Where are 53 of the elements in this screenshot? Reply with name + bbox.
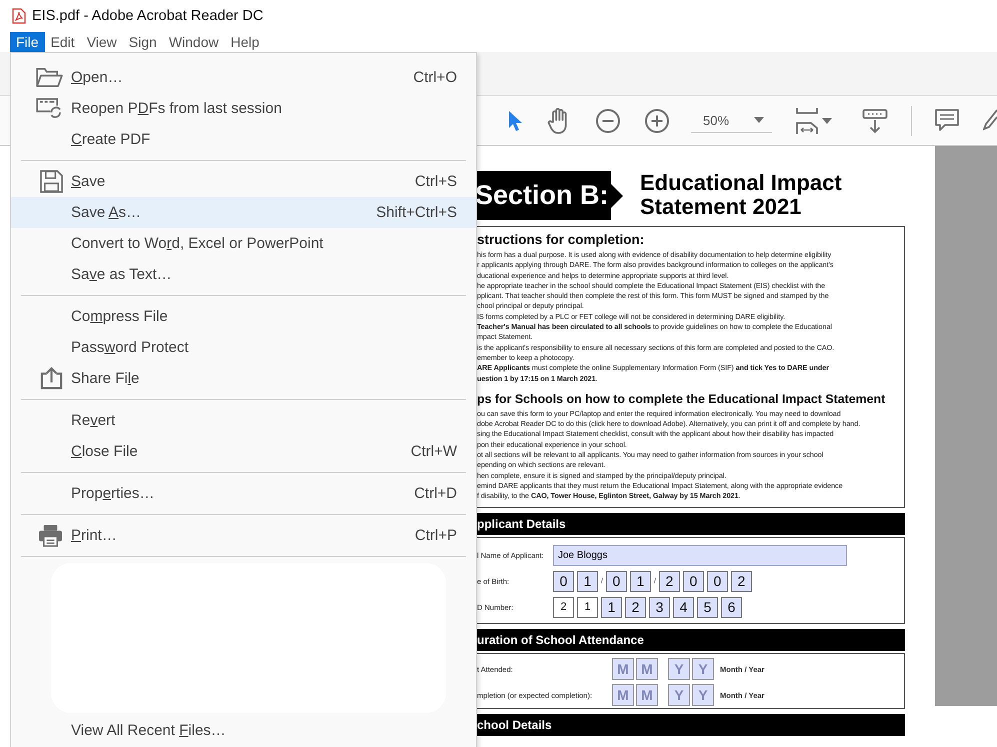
digit-input-field[interactable]: 2 (658, 570, 680, 592)
section-header-bar: pplicant Details (477, 513, 905, 535)
menu-item[interactable]: Compress File (11, 301, 476, 332)
digit-input-field[interactable]: 2 (625, 596, 646, 618)
menu-bar-item[interactable]: View (80, 32, 123, 52)
digit-input-field[interactable]: 1 (601, 596, 622, 618)
menu-item[interactable]: Share File (11, 363, 476, 394)
menu-item[interactable]: Password Protect (11, 332, 476, 363)
menu-bar-item[interactable]: Sign (122, 32, 163, 52)
date-input-field[interactable]: Y (692, 658, 714, 680)
menu-bar-item[interactable]: Help (224, 32, 266, 52)
menu-item[interactable]: Properties… Ctrl+D (11, 478, 476, 509)
digit-input-field[interactable]: 3 (649, 596, 670, 618)
date-input-field[interactable]: M (636, 658, 658, 680)
document-title: Educational Impact (640, 171, 842, 195)
digit-input-field[interactable]: 0 (606, 570, 627, 592)
digit-input-field[interactable]: 6 (721, 596, 742, 618)
window-title: EIS.pdf - Adobe Acrobat Reader DC (32, 8, 264, 24)
section-header-bar: uration of School Attendance (477, 629, 905, 651)
digit-input-field[interactable]: 2 (730, 570, 752, 592)
digit-input-field[interactable]: 1 (630, 570, 651, 592)
date-input-field[interactable]: Y (692, 684, 714, 706)
menu-item[interactable]: Save as Text… (11, 259, 476, 290)
menu-item[interactable]: Reopen PDFs from last session (11, 93, 476, 124)
date-input-field[interactable]: Y (668, 684, 690, 706)
date-input-field[interactable]: M (612, 658, 634, 680)
date-input-field[interactable]: M (612, 684, 634, 706)
menu-item[interactable]: Create PDF (11, 124, 476, 155)
digit-input-field[interactable]: 0 (682, 570, 704, 592)
digit-input-field[interactable]: 2 (553, 596, 574, 618)
digit-input-field[interactable]: 0 (553, 570, 574, 592)
digit-input-field[interactable]: 1 (577, 596, 598, 618)
menu-bar-item[interactable]: Window (162, 32, 225, 52)
date-input-field[interactable]: Y (668, 658, 690, 680)
menu-item[interactable]: Close File Ctrl+W (11, 436, 476, 467)
menu-item[interactable]: Convert to Word, Excel or PowerPoint (11, 228, 476, 259)
menu-bar-item[interactable]: Edit (44, 32, 81, 52)
zoom-field[interactable]: 50% (691, 108, 772, 133)
menu-item[interactable]: Print… Ctrl+P (11, 520, 476, 551)
section-heading: ps for Schools on how to complete the Educational Impact Statement (477, 392, 886, 406)
menu-bar-item[interactable]: File (10, 32, 45, 52)
document-title: Statement 2021 (640, 195, 802, 219)
date-input-field[interactable]: M (636, 684, 658, 706)
digit-input-field[interactable]: 4 (673, 596, 694, 618)
menu-item[interactable]: Revert (11, 405, 476, 436)
digit-input-field[interactable]: 1 (577, 570, 598, 592)
menu-item[interactable]: View All Recent Files… (11, 715, 476, 746)
section-header-bar: chool Details (477, 714, 905, 736)
menu-item[interactable]: Save As… Shift+Ctrl+S (11, 197, 476, 228)
digit-input-field[interactable]: 5 (697, 596, 718, 618)
name-input-field[interactable]: Joe Bloggs (553, 544, 847, 566)
digit-input-field[interactable]: 0 (706, 570, 728, 592)
section-heading: structions for completion: (477, 232, 646, 247)
